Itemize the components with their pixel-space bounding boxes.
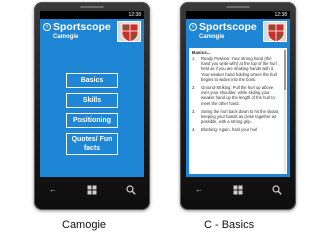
scrollbar[interactable]: [284, 50, 286, 172]
positioning-button[interactable]: Positioning: [66, 113, 118, 128]
app-subtitle: Camogie: [199, 34, 225, 40]
step-text: Ground-Striking: Pull the hurl up above …: [201, 85, 275, 106]
app-title: Sportscope: [53, 21, 111, 33]
status-bar: 12:38: [40, 11, 144, 19]
skills-button[interactable]: Skills: [66, 93, 118, 108]
basics-button[interactable]: Basics: [66, 73, 118, 88]
back-arrow-icon[interactable]: ←: [48, 185, 58, 195]
status-time: 12:38: [128, 12, 141, 18]
hardware-nav-bar: ←: [34, 181, 150, 199]
step-number: 2.: [192, 85, 196, 91]
app-header: ‹ Sportscope Camogie: [186, 19, 290, 47]
step-number: 1.: [192, 56, 196, 61]
step-text: Ready Position: Your strong hand (the ha…: [201, 56, 279, 82]
basics-text-panel[interactable]: Basics... 1. Ready Position: Your strong…: [189, 48, 287, 174]
circle-arrow-icon[interactable]: ‹: [189, 23, 197, 31]
phone-basics: 12:38 ‹ Sportscope Camogie Basics... 1.: [180, 2, 296, 210]
phone-screen: 12:38 ‹ Sportscope Camogie Basics Skills…: [40, 11, 144, 177]
search-icon[interactable]: [272, 185, 282, 195]
quotes-fun-facts-button[interactable]: Quotes/ Fun facts: [66, 133, 118, 155]
search-icon[interactable]: [126, 185, 136, 195]
speaker-slot: [226, 6, 250, 8]
step-number: 4.: [192, 127, 196, 133]
phone-screen: 12:38 ‹ Sportscope Camogie Basics... 1.: [186, 11, 290, 177]
list-item: 2. Ground-Striking: Pull the hurl up abo…: [192, 85, 284, 106]
hardware-nav-bar: ←: [180, 181, 296, 199]
list-item: 4. Blocking: Again, hold your hurl: [192, 127, 284, 132]
status-time: 12:38: [274, 12, 287, 18]
club-crest-icon: [263, 21, 287, 42]
scrollbar-thumb[interactable]: [284, 50, 286, 90]
caption-camogie: Camogie: [62, 219, 107, 231]
windows-start-icon[interactable]: [87, 185, 97, 195]
windows-start-icon[interactable]: [233, 185, 243, 195]
status-bar: 12:38: [186, 11, 290, 19]
app-header: ‹ Sportscope Camogie: [40, 19, 144, 47]
app-title: Sportscope: [199, 21, 257, 33]
step-text: Blocking: Again, hold your hurl: [201, 127, 258, 133]
step-text: Swing the hurl back down to hit the slio…: [201, 108, 280, 125]
list-item: 3. Swing the hurl back down to hit the s…: [192, 109, 284, 125]
circle-arrow-icon[interactable]: ‹: [43, 23, 51, 31]
phone-menu: 12:38 ‹ Sportscope Camogie Basics Skills…: [34, 2, 150, 210]
app-subtitle: Camogie: [53, 34, 79, 40]
main-menu: Basics Skills Positioning Quotes/ Fun fa…: [40, 73, 144, 160]
club-crest-icon: [117, 21, 141, 42]
panel-title: Basics...: [192, 50, 211, 55]
step-number: 3.: [192, 108, 196, 114]
speaker-slot: [80, 6, 104, 8]
back-arrow-icon[interactable]: ←: [194, 185, 204, 195]
caption-basics: C - Basics: [204, 219, 255, 231]
list-item: 1. Ready Position: Your strong hand (the…: [192, 56, 284, 82]
